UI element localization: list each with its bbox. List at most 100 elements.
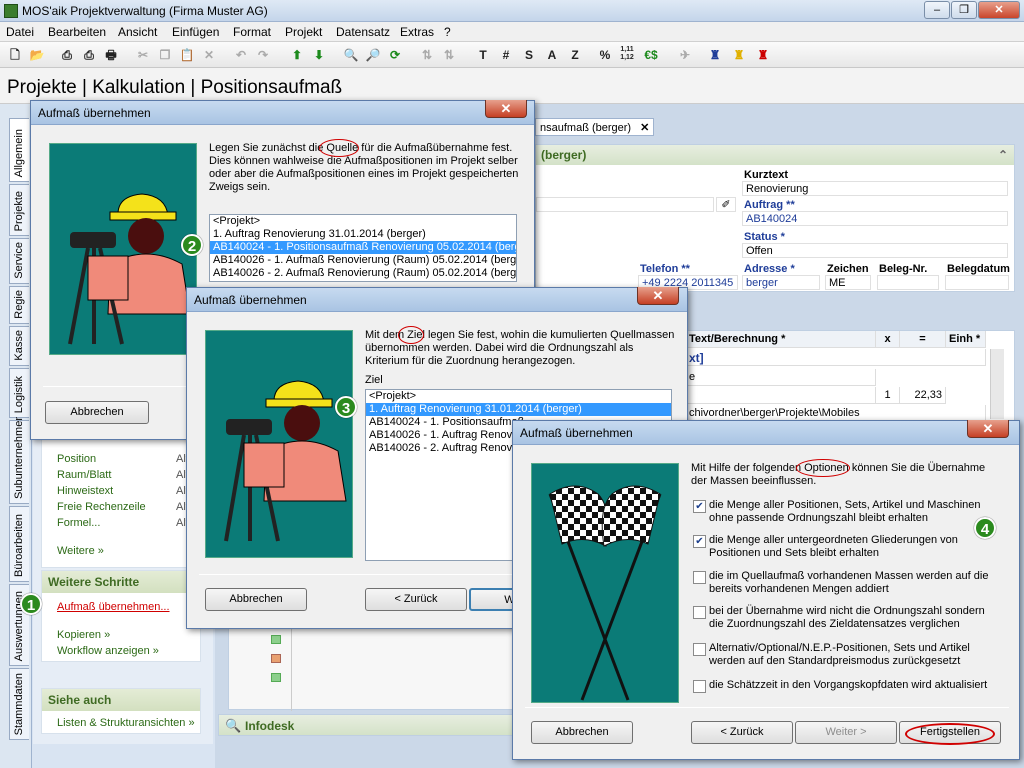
grid-header-einh[interactable]: Einh *	[946, 331, 986, 348]
open-icon[interactable]: 📂	[28, 46, 46, 64]
dialog-options-next-button[interactable]: Weiter >	[795, 721, 897, 744]
menu-datei[interactable]: Datei	[6, 25, 34, 39]
menu-datensatz[interactable]: Datensatz	[336, 25, 390, 39]
format-t-button[interactable]: T	[474, 46, 492, 64]
vtab-service[interactable]: Service	[9, 238, 29, 284]
grid-cell[interactable]: xt]	[686, 349, 986, 366]
redo-icon[interactable]: ↷	[254, 46, 272, 64]
option-keep-subordinate-checkbox[interactable]: ✔	[693, 535, 706, 548]
delete-icon[interactable]: ✕	[200, 46, 218, 64]
source-list-item[interactable]: AB140026 - 1. Aufmaß Renovierung (Raum) …	[210, 254, 516, 267]
refresh-icon[interactable]: ⟳	[386, 46, 404, 64]
aufmass-uebernehmen-link[interactable]: Aufmaß übernehmen...	[57, 601, 170, 613]
search-replace-icon[interactable]: 🔎	[364, 46, 382, 64]
print-setup-icon[interactable]: 🖶	[102, 46, 120, 64]
listen-link[interactable]: Listen & Strukturansichten »	[57, 717, 195, 729]
option-reset-price-mode-checkbox[interactable]	[693, 643, 706, 656]
dialog-options-close-button[interactable]: ✕	[967, 420, 1009, 438]
print-icon[interactable]: ⎙	[80, 46, 98, 64]
insert-raum-link[interactable]: Raum/Blatt	[57, 469, 111, 481]
vtab-logistik[interactable]: Logistik	[9, 368, 29, 418]
adresse-field[interactable]: berger	[742, 275, 820, 290]
insert-position-link[interactable]: Position	[57, 453, 96, 465]
dialog-target-back-button[interactable]: < Zurück	[365, 588, 467, 611]
target-list-item[interactable]: <Projekt>	[366, 390, 671, 403]
copy-icon[interactable]: ❐	[156, 46, 174, 64]
insert-formel-link[interactable]: Formel...	[57, 517, 100, 529]
document-tab[interactable]: nsaufmaß (berger) ✕	[535, 118, 655, 136]
option-update-estimate-checkbox[interactable]	[693, 680, 706, 693]
format-s-button[interactable]: S	[520, 46, 538, 64]
grid-header-eq[interactable]: =	[900, 331, 946, 348]
vtab-kasse[interactable]: Kasse	[9, 326, 29, 366]
menu-bearbeiten[interactable]: Bearbeiten	[48, 25, 106, 39]
source-list-item[interactable]: <Projekt>	[210, 215, 516, 228]
option-keep-unmatched-checkbox[interactable]: ✔	[693, 500, 706, 513]
source-list[interactable]: <Projekt> 1. Auftrag Renovierung 31.01.2…	[209, 214, 517, 282]
grid-cell[interactable]: e	[686, 369, 876, 386]
format-a-button[interactable]: A	[543, 46, 561, 64]
belegdatum-field[interactable]	[945, 275, 1009, 290]
grid-header-x[interactable]: x	[876, 331, 900, 348]
menu-extras[interactable]: Extras	[400, 25, 434, 39]
vtab-subunternehmer[interactable]: Subunternehmer	[9, 417, 29, 504]
dialog-source-close-button[interactable]: ✕	[485, 100, 527, 118]
menu-ansicht[interactable]: Ansicht	[118, 25, 157, 39]
move-up-icon[interactable]: ⬆	[288, 46, 306, 64]
minimize-button[interactable]: –	[924, 1, 950, 19]
grid-cell[interactable]: 22,33	[900, 387, 946, 404]
currency-button[interactable]: €$	[642, 46, 660, 64]
vtab-stammdaten[interactable]: Stammdaten	[9, 668, 29, 740]
weitere-link[interactable]: Weitere »	[57, 545, 104, 557]
sort-za-icon[interactable]: ⇅	[440, 46, 458, 64]
workflow-link[interactable]: Workflow anzeigen »	[57, 645, 159, 657]
close-tab-icon[interactable]: ✕	[640, 122, 649, 134]
menu-einfuegen[interactable]: Einfügen	[172, 25, 219, 39]
cut-icon[interactable]: ✂	[134, 46, 152, 64]
vtab-bueroarbeiten[interactable]: Büroarbeiten	[9, 506, 29, 582]
close-window-button[interactable]: ✕	[978, 1, 1020, 19]
paste-icon[interactable]: 📋	[178, 46, 196, 64]
undo-icon[interactable]: ↶	[232, 46, 250, 64]
zeichen-field[interactable]: ME	[825, 275, 871, 290]
collapse-icon[interactable]: ⌃	[998, 148, 1008, 162]
dialog-target-cancel-button[interactable]: Abbrechen	[205, 588, 307, 611]
dialog-target-close-button[interactable]: ✕	[637, 287, 679, 305]
source-list-item[interactable]: 1. Auftrag Renovierung 31.01.2014 (berge…	[210, 228, 516, 241]
vtab-projekte[interactable]: Projekte	[9, 184, 29, 236]
grid-cell[interactable]	[686, 387, 876, 404]
new-icon[interactable]: 🗋	[6, 46, 24, 64]
insert-rechenzeile-link[interactable]: Freie Rechenzeile	[57, 501, 146, 513]
grid-scrollbar[interactable]	[990, 349, 1004, 419]
menu-format[interactable]: Format	[233, 25, 271, 39]
menu-projekt[interactable]: Projekt	[285, 25, 322, 39]
grid-header-text[interactable]: Text/Berechnung *	[686, 331, 876, 348]
option-add-quantities-checkbox[interactable]	[693, 571, 706, 584]
dialog-options-back-button[interactable]: < Zurück	[691, 721, 793, 744]
dialog-source-cancel-button[interactable]: Abbrechen	[45, 401, 149, 424]
user-red-icon[interactable]: ♜	[754, 46, 772, 64]
menu-help[interactable]: ?	[444, 25, 451, 39]
user-blue-icon[interactable]: ♜	[706, 46, 724, 64]
vtab-allgemein[interactable]: Allgemein	[9, 118, 29, 182]
format-z-button[interactable]: Z	[566, 46, 584, 64]
dialog-options-cancel-button[interactable]: Abbrechen	[531, 721, 633, 744]
source-list-item[interactable]: AB140026 - 2. Aufmaß Renovierung (Raum) …	[210, 267, 516, 280]
target-list-item-selected[interactable]: 1. Auftrag Renovierung 31.01.2014 (berge…	[366, 403, 671, 416]
user-yellow-icon[interactable]: ♜	[730, 46, 748, 64]
source-list-item-selected[interactable]: AB140024 - 1. Positionsaufmaß Renovierun…	[210, 241, 516, 254]
status-field[interactable]: Offen	[742, 243, 1008, 258]
kurztext-field[interactable]: Renovierung	[742, 181, 1008, 196]
sort-az-icon[interactable]: ⇅	[418, 46, 436, 64]
disabled-tool-icon[interactable]: ✈	[676, 46, 694, 64]
move-down-icon[interactable]: ⬇	[310, 46, 328, 64]
percent-button[interactable]: %	[596, 46, 614, 64]
option-compare-assignment-checkbox[interactable]	[693, 606, 706, 619]
belegnr-field[interactable]	[877, 275, 939, 290]
decimal-button[interactable]: 1,11 1,12	[618, 46, 636, 64]
field-left[interactable]	[536, 197, 714, 212]
infodesk-bar[interactable]: 🔍 Infodesk	[218, 714, 518, 736]
grid-cell[interactable]: 1	[876, 387, 900, 404]
format-hash-button[interactable]: #	[497, 46, 515, 64]
kopieren-link[interactable]: Kopieren »	[57, 629, 110, 641]
